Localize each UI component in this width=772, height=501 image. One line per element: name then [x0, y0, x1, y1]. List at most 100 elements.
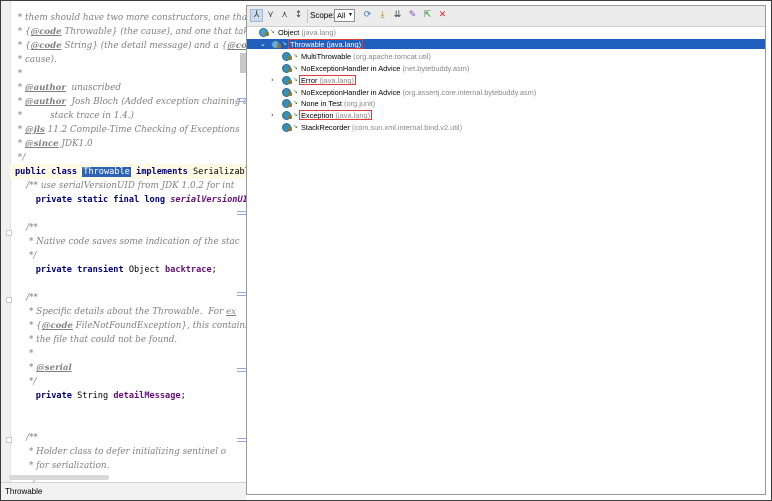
code-line[interactable]: public class Throwable implements Serial…	[15, 165, 246, 179]
editor-horizontal-scrollbar[interactable]	[9, 475, 109, 480]
code-token: *	[15, 363, 37, 373]
code-token: * for serialization.	[15, 461, 110, 471]
code-line[interactable]: * {@code FileNotFoundException}, this co…	[15, 319, 246, 333]
code-token: @author	[25, 97, 66, 107]
code-line[interactable]: /**	[15, 291, 38, 305]
type-hierarchy-popup: ⅄ ⋎ ⋏ ↕ Scope: All ▼ ⟳ ⤓ ⇊ ✎ ⇱ ✕ ↘ Object…	[246, 5, 766, 495]
code-token: * Specific details about the Throwable. …	[15, 307, 227, 317]
code-line[interactable]: * @author Josh Bloch (Added exception ch…	[15, 95, 246, 109]
supertypes-icon[interactable]: ⅄	[250, 9, 263, 22]
code-token: detailMessage	[113, 391, 181, 401]
code-line[interactable]: * stack trace in 1.4.)	[15, 109, 134, 123]
hierarchy-row[interactable]: ↘ None in Test (org.junit)	[247, 98, 765, 109]
doc-render-marker[interactable]	[237, 438, 246, 442]
code-token: String} (the detail message) and a {	[61, 41, 228, 51]
code-line[interactable]: /**	[15, 431, 38, 445]
code-line[interactable]: private static final long serialVersionU…	[15, 193, 246, 207]
code-token: @serial	[36, 363, 72, 373]
fold-marker[interactable]	[6, 230, 12, 236]
refresh-icon[interactable]: ⟳	[361, 9, 374, 22]
subtypes-icon[interactable]: ⋎	[264, 9, 277, 22]
code-line[interactable]: * {@code String} (the detail message) an…	[15, 39, 246, 53]
code-line[interactable]: */	[15, 249, 36, 263]
code-token: backtrace	[165, 265, 212, 275]
code-line[interactable]: * @serial	[15, 361, 72, 375]
fold-marker[interactable]	[6, 297, 12, 303]
class-name: NoExceptionHandler in Advice	[301, 87, 401, 97]
code-line[interactable]: * them should have two more constructors…	[15, 11, 246, 25]
package-name: (org.junit)	[341, 99, 376, 109]
close-icon[interactable]: ✕	[436, 9, 449, 22]
hierarchy-row[interactable]: › ↘ Exception (java.lang)	[247, 110, 765, 121]
code-token: private	[15, 391, 78, 401]
expand-all-icon[interactable]: ⇊	[391, 9, 404, 22]
package-name: (org.apache.tomcat.util)	[351, 51, 431, 61]
hierarchy-row[interactable]: ↘ NoExceptionHandler in Advice (net.byteb…	[247, 63, 765, 74]
chevron-down-icon[interactable]: ⌄	[260, 39, 268, 50]
export-icon[interactable]: ⇱	[421, 9, 434, 22]
highlight-box	[299, 110, 372, 121]
code-token: */	[15, 251, 37, 261]
code-line[interactable]: * {@code Throwable} (the cause), and one…	[15, 25, 246, 39]
code-token: * them should have two more constructors…	[15, 13, 246, 23]
autoscroll-icon[interactable]: ⤓	[376, 9, 389, 22]
chevron-right-icon[interactable]: ›	[271, 110, 279, 121]
hierarchy-row[interactable]: ⌄ ↘ Throwable (java.lang)	[247, 38, 765, 50]
code-token: * {	[15, 41, 31, 51]
code-line[interactable]: * for serialization.	[15, 459, 109, 473]
scope-select[interactable]: All ▼	[334, 9, 355, 22]
code-token: *	[15, 97, 25, 107]
code-token: @since	[25, 139, 59, 149]
visibility-icon: ↘	[293, 123, 299, 131]
highlight-box	[288, 38, 363, 49]
code-line[interactable]: private transient Object backtrace;	[15, 263, 217, 277]
pin-icon[interactable]: ✎	[406, 9, 419, 22]
code-line[interactable]: *	[15, 67, 22, 81]
code-line[interactable]: * @since JDK1.0	[15, 137, 93, 151]
doc-render-marker[interactable]	[237, 368, 246, 372]
lock-icon	[277, 43, 281, 48]
visibility-icon: ↘	[293, 99, 299, 107]
chevron-right-icon[interactable]: ›	[271, 75, 279, 86]
doc-render-marker[interactable]	[237, 211, 246, 215]
code-line[interactable]: /** use serialVersionUID from JDK 1.0.2 …	[15, 179, 234, 193]
hierarchy-row[interactable]: ↘ Object (java.lang)	[247, 27, 765, 38]
sort-alpha-icon[interactable]: ↕	[292, 9, 305, 22]
code-line[interactable]: */	[15, 151, 25, 165]
code-token: */	[15, 153, 26, 163]
editor-breadcrumb[interactable]: Throwable	[1, 482, 246, 500]
code-token: @code	[41, 321, 73, 331]
class-hierarchy-icon[interactable]: ⋏	[278, 9, 291, 22]
code-token: ;	[211, 265, 217, 275]
code-line[interactable]: * @author unascribed	[15, 81, 121, 95]
hierarchy-row[interactable]: ↘ MultiThrowable (org.apache.tomcat.util)	[247, 51, 765, 62]
code-line[interactable]: * cause).	[15, 53, 57, 67]
code-line[interactable]: * Native code saves some indication of t…	[15, 235, 240, 249]
code-line[interactable]: * the file that could not be found.	[15, 333, 177, 347]
hierarchy-row[interactable]: › ↘ Error (java.lang)	[247, 74, 765, 86]
code-token: *	[15, 349, 34, 359]
code-line[interactable]: *	[15, 347, 33, 361]
code-token: /**	[15, 433, 38, 443]
hierarchy-row-label: NoExceptionHandler in Advice (org.assert…	[301, 87, 536, 98]
code-token: @code	[30, 41, 62, 51]
hierarchy-row[interactable]: ↘ StackRecorder (com.sun.xml.internal.bin…	[247, 122, 765, 133]
doc-render-marker[interactable]	[237, 292, 246, 296]
lock-icon	[288, 115, 292, 120]
code-token: implements	[130, 167, 193, 177]
hierarchy-row[interactable]: ↘ NoExceptionHandler in Advice (org.asser…	[247, 87, 765, 98]
code-line[interactable]: * @jls 11.2 Compile-Time Checking of Exc…	[15, 123, 240, 137]
fold-marker[interactable]	[6, 437, 12, 443]
code-line[interactable]: * Specific details about the Throwable. …	[15, 305, 236, 319]
code-editor[interactable]: * them should have two more constructors…	[1, 1, 246, 500]
lock-icon	[288, 127, 292, 132]
code-token: @author	[25, 83, 66, 93]
code-line[interactable]: */	[15, 375, 36, 389]
doc-render-marker[interactable]	[237, 98, 246, 102]
visibility-icon: ↘	[293, 87, 299, 95]
code-line[interactable]: * Holder class to defer initializing sen…	[15, 445, 226, 459]
code-line[interactable]: private String detailMessage;	[15, 389, 186, 403]
lock-icon	[288, 79, 292, 84]
code-line[interactable]: /**	[15, 221, 38, 235]
class-name: StackRecorder	[301, 123, 350, 133]
